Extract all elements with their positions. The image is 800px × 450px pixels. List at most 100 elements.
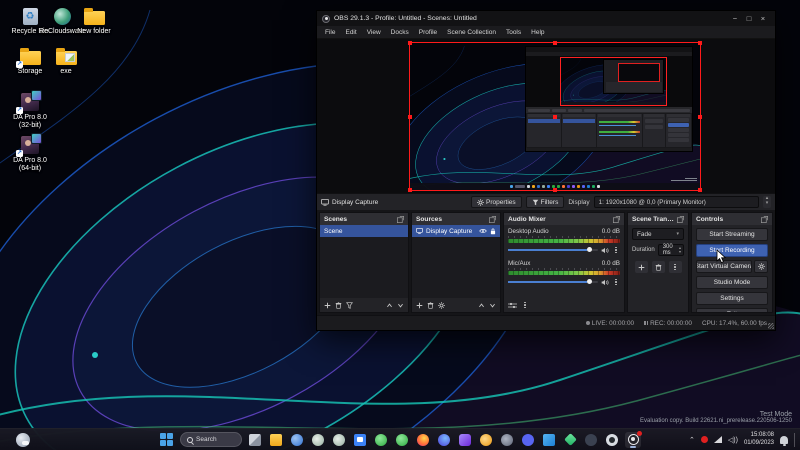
selected-source-bounding-box[interactable] [409, 42, 701, 191]
menu-tools[interactable]: Tools [501, 29, 526, 36]
resize-handle[interactable] [698, 188, 702, 192]
popout-icon[interactable] [613, 216, 620, 223]
resize-grip[interactable] [768, 323, 774, 329]
start-button[interactable] [159, 432, 175, 448]
firefox-button[interactable] [415, 432, 431, 448]
center-handle[interactable] [553, 115, 557, 119]
popout-icon[interactable] [397, 216, 404, 223]
scene-filters-button[interactable] [346, 302, 353, 309]
minimize-button[interactable]: − [728, 14, 742, 23]
obs-tray-icon[interactable] [701, 436, 708, 443]
file-explorer-button[interactable] [268, 432, 284, 448]
add-source-button[interactable] [416, 302, 423, 309]
filters-button[interactable]: Filters [526, 196, 565, 208]
volume-icon[interactable]: ◁)) [728, 436, 738, 444]
taskbar-app-amber[interactable] [478, 432, 494, 448]
menu-scene-collection[interactable]: Scene Collection [442, 29, 501, 36]
exit-button[interactable]: Exit [696, 308, 768, 312]
maximize-button[interactable]: □ [742, 14, 756, 23]
transition-options-kebab[interactable] [669, 261, 682, 273]
taskbar-app-hand-1[interactable] [310, 432, 326, 448]
volume-slider[interactable] [508, 249, 598, 251]
source-properties-button[interactable] [438, 302, 445, 309]
scene-item[interactable]: Scene [320, 225, 408, 237]
resize-handle[interactable] [408, 188, 412, 192]
resize-handle[interactable] [553, 188, 557, 192]
move-source-down-button[interactable] [489, 302, 496, 309]
volume-slider[interactable] [508, 281, 598, 283]
menu-profile[interactable]: Profile [414, 29, 442, 36]
github-desktop-button[interactable] [604, 432, 620, 448]
menu-view[interactable]: View [362, 29, 386, 36]
resize-handle[interactable] [698, 41, 702, 45]
discord-button[interactable] [520, 432, 536, 448]
popout-icon[interactable] [761, 216, 768, 223]
preview-canvas[interactable] [317, 39, 775, 193]
channel-options-kebab[interactable] [612, 277, 620, 287]
taskbar-app-green-1[interactable] [373, 432, 389, 448]
taskbar-app-green-diamond[interactable] [562, 432, 578, 448]
clock[interactable]: 15:08:08 01/09/2023 [744, 432, 774, 446]
speaker-icon[interactable] [601, 247, 609, 254]
taskbar-app-settings[interactable] [289, 432, 305, 448]
obs-logo-icon [322, 15, 330, 23]
notification-bell-icon[interactable] [780, 436, 788, 444]
visibility-eye-icon[interactable] [479, 228, 487, 234]
weather-widget-icon[interactable] [16, 433, 30, 447]
start-streaming-button[interactable]: Start Streaming [696, 228, 768, 241]
virtual-camera-settings-button[interactable] [754, 260, 768, 273]
display-select[interactable]: 1: 1920x1080 @ 0,0 (Primary Monitor) [594, 196, 759, 208]
channel-options-kebab[interactable] [612, 245, 620, 255]
move-scene-up-button[interactable] [386, 302, 393, 309]
duration-spinner[interactable]: 300 ms ▴▾ [658, 244, 684, 256]
move-scene-down-button[interactable] [397, 302, 404, 309]
add-scene-button[interactable] [324, 302, 331, 309]
remove-transition-button[interactable] [652, 261, 665, 273]
show-desktop-button[interactable] [794, 433, 796, 447]
vscode-button[interactable] [541, 432, 557, 448]
taskbar-app-gray[interactable] [499, 432, 515, 448]
taskbar-search[interactable]: Search [180, 432, 242, 447]
firefox-nightly-button[interactable] [436, 432, 452, 448]
resize-handle[interactable] [698, 115, 702, 119]
scroll-spinner[interactable]: ▴▾ [763, 196, 771, 208]
lock-icon[interactable] [490, 228, 496, 235]
taskbar-app-hand-2[interactable] [331, 432, 347, 448]
resize-handle[interactable] [553, 41, 557, 45]
resize-handle[interactable] [408, 41, 412, 45]
popout-icon[interactable] [489, 216, 496, 223]
start-recording-button[interactable]: Start Recording [696, 244, 768, 257]
taskbar-app-dark[interactable] [583, 432, 599, 448]
network-icon[interactable] [714, 436, 722, 443]
popout-icon[interactable] [677, 216, 684, 223]
source-item[interactable]: Display Capture [412, 225, 500, 237]
speaker-icon[interactable] [601, 279, 609, 286]
taskbar-app-green-2[interactable] [394, 432, 410, 448]
menu-edit[interactable]: Edit [340, 29, 361, 36]
advanced-audio-icon[interactable] [508, 302, 517, 309]
close-button[interactable]: × [756, 14, 770, 23]
mixer-options-kebab[interactable] [521, 300, 529, 310]
menu-help[interactable]: Help [526, 29, 549, 36]
remove-scene-button[interactable] [335, 302, 342, 309]
obs-taskbar-button[interactable] [625, 432, 641, 448]
menu-docks[interactable]: Docks [386, 29, 414, 36]
desktop-icon-new-folder[interactable]: New folder [70, 6, 118, 36]
desktop-icon-da-pro-32[interactable]: ↗ DA Pro 8.0 (32-bit) [6, 92, 54, 130]
properties-button[interactable]: Properties [471, 196, 522, 208]
microsoft-store-button[interactable] [352, 432, 368, 448]
settings-button[interactable]: Settings [696, 292, 768, 305]
studio-mode-button[interactable]: Studio Mode [696, 276, 768, 289]
move-source-up-button[interactable] [478, 302, 485, 309]
menu-file[interactable]: File [320, 29, 340, 36]
add-transition-button[interactable] [635, 261, 648, 273]
desktop-icon-exe[interactable]: exe [42, 46, 90, 76]
resize-handle[interactable] [408, 115, 412, 119]
tray-overflow-chevron[interactable]: ⌃ [689, 436, 695, 444]
task-view-button[interactable] [247, 432, 263, 448]
desktop-icon-da-pro-64[interactable]: ↗ DA Pro 8.0 (64-bit) [6, 135, 54, 173]
obs-titlebar[interactable]: OBS 29.1.3 - Profile: Untitled - Scenes:… [317, 11, 775, 26]
transition-select[interactable]: Fade▾ [632, 228, 684, 240]
remove-source-button[interactable] [427, 302, 434, 309]
taskbar-app-violet[interactable] [457, 432, 473, 448]
